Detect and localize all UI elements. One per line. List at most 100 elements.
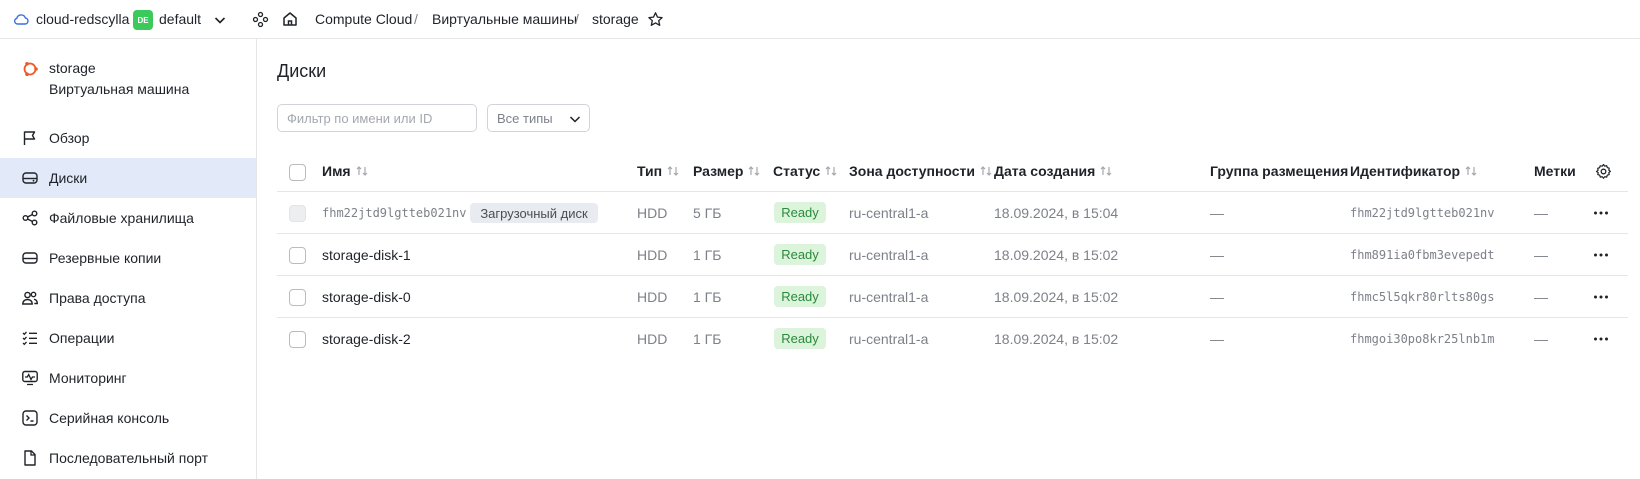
disk-size: 1 ГБ bbox=[693, 331, 722, 347]
disk-placement: — bbox=[1210, 247, 1224, 263]
disk-size: 1 ГБ bbox=[693, 289, 722, 305]
disk-zone: ru-central1-a bbox=[849, 289, 929, 305]
disk-type: HDD bbox=[637, 289, 668, 305]
sidebar-item-label: Диски bbox=[49, 170, 88, 186]
disk-name[interactable]: storage-disk-1 bbox=[322, 247, 411, 263]
chevron-down-icon bbox=[569, 116, 581, 123]
status-badge: Ready bbox=[774, 202, 826, 223]
star-icon[interactable] bbox=[647, 11, 664, 28]
sidebar-item-operations[interactable]: Операции bbox=[0, 318, 256, 358]
disk-zone: ru-central1-a bbox=[849, 247, 929, 263]
row-checkbox[interactable] bbox=[289, 247, 306, 264]
select-all-checkbox[interactable] bbox=[289, 164, 306, 181]
disk-placement: — bbox=[1210, 289, 1224, 305]
disk-size: 1 ГБ bbox=[693, 247, 722, 263]
disk-labels: — bbox=[1534, 331, 1548, 347]
type-select[interactable]: Все типы bbox=[487, 104, 590, 132]
sidebar-item-backups[interactable]: Резервные копии bbox=[0, 238, 256, 278]
sidebar-item-label: Права доступа bbox=[49, 290, 146, 306]
column-header-zone[interactable]: Зона доступности bbox=[849, 163, 993, 179]
sidebar-item-disks[interactable]: Диски bbox=[0, 158, 256, 198]
disk-size: 5 ГБ bbox=[693, 205, 722, 221]
vm-name: storage bbox=[49, 60, 96, 76]
column-header-size[interactable]: Размер bbox=[693, 163, 761, 179]
row-checkbox[interactable] bbox=[289, 289, 306, 306]
type-select-value: Все типы bbox=[497, 111, 553, 126]
disk-labels: — bbox=[1534, 247, 1548, 263]
boot-disk-badge: Загрузочный диск bbox=[470, 203, 598, 223]
row-divider bbox=[277, 233, 1628, 234]
disk-name[interactable]: storage-disk-0 bbox=[322, 289, 411, 305]
gear-icon[interactable] bbox=[1595, 163, 1612, 180]
sidebar: storage Виртуальная машина Обзор Диски Ф… bbox=[0, 39, 257, 479]
disk-name[interactable]: storage-disk-2 bbox=[322, 331, 411, 347]
disk-zone: ru-central1-a bbox=[849, 331, 929, 347]
sort-icon bbox=[748, 166, 760, 176]
more-actions-icon[interactable] bbox=[1592, 330, 1610, 348]
disk-created: 18.09.2024, в 15:02 bbox=[994, 331, 1119, 347]
sidebar-item-access[interactable]: Права доступа bbox=[0, 278, 256, 318]
disk-id: fhm891ia0fbm3evepedt bbox=[1350, 248, 1495, 262]
sidebar-item-serial-console[interactable]: Серийная консоль bbox=[0, 398, 256, 438]
row-checkbox[interactable] bbox=[289, 331, 306, 348]
sidebar-item-label: Серийная консоль bbox=[49, 410, 170, 426]
list-check-icon bbox=[22, 331, 37, 346]
more-actions-icon[interactable] bbox=[1592, 204, 1610, 222]
home-icon[interactable] bbox=[281, 10, 299, 28]
disk-labels: — bbox=[1534, 205, 1548, 221]
services-icon[interactable] bbox=[252, 11, 269, 28]
sidebar-item-label: Мониторинг bbox=[49, 370, 127, 386]
backup-icon bbox=[22, 252, 38, 264]
disk-placement: — bbox=[1210, 331, 1224, 347]
sidebar-item-label: Резервные копии bbox=[49, 250, 162, 266]
sidebar-item-monitoring[interactable]: Мониторинг bbox=[0, 358, 256, 398]
column-header-id[interactable]: Идентификатор bbox=[1350, 163, 1478, 179]
status-badge: Ready bbox=[774, 286, 826, 307]
disk-created: 18.09.2024, в 15:02 bbox=[994, 289, 1119, 305]
disk-id: fhm22jtd9lgtteb021nv bbox=[1350, 206, 1495, 220]
sidebar-item-serial-port[interactable]: Последовательный порт bbox=[0, 438, 256, 478]
sort-icon bbox=[1100, 166, 1112, 176]
sort-icon bbox=[356, 166, 368, 176]
file-icon bbox=[24, 450, 36, 466]
cloud-icon[interactable] bbox=[13, 11, 29, 27]
column-header-status[interactable]: Статус bbox=[773, 163, 838, 179]
status-badge: Ready bbox=[774, 328, 826, 349]
column-header-placement: Группа размещения bbox=[1210, 163, 1349, 179]
disk-labels: — bbox=[1534, 289, 1548, 305]
row-divider bbox=[277, 275, 1628, 276]
sidebar-item-overview[interactable]: Обзор bbox=[0, 118, 256, 158]
folder-name[interactable]: default bbox=[159, 11, 201, 27]
sidebar-item-label: Обзор bbox=[49, 130, 90, 146]
chevron-down-icon[interactable] bbox=[213, 13, 227, 27]
disk-name[interactable]: fhm22jtd9lgtteb021nv bbox=[322, 206, 467, 220]
cloud-name[interactable]: cloud-redscylla bbox=[36, 11, 129, 27]
row-checkbox bbox=[289, 205, 306, 222]
disk-icon bbox=[22, 172, 38, 184]
disk-zone: ru-central1-a bbox=[849, 205, 929, 221]
breadcrumb-compute-cloud[interactable]: Compute Cloud bbox=[315, 11, 412, 27]
filter-input[interactable] bbox=[277, 104, 477, 132]
breadcrumb-separator: / bbox=[414, 11, 418, 27]
breadcrumb-storage: storage bbox=[592, 11, 639, 27]
breadcrumb-virtual-machines[interactable]: Виртуальные машины bbox=[432, 11, 577, 27]
page-title: Диски bbox=[277, 61, 327, 81]
column-header-name[interactable]: Имя bbox=[322, 163, 369, 179]
column-header-created[interactable]: Дата создания bbox=[994, 163, 1113, 179]
sidebar-item-label: Операции bbox=[49, 330, 115, 346]
vm-icon bbox=[23, 62, 38, 76]
sidebar-item-file-storages[interactable]: Файловые хранилища bbox=[0, 198, 256, 238]
more-actions-icon[interactable] bbox=[1592, 246, 1610, 264]
disk-type: HDD bbox=[637, 247, 668, 263]
breadcrumb-separator: / bbox=[575, 11, 579, 27]
folder-badge: DE bbox=[133, 10, 153, 30]
flag-icon bbox=[23, 131, 36, 145]
more-actions-icon[interactable] bbox=[1592, 288, 1610, 306]
disk-id: fhmgoi30po8kr25lnb1m bbox=[1350, 332, 1495, 346]
sort-icon bbox=[1465, 166, 1477, 176]
column-header-type[interactable]: Тип bbox=[637, 163, 680, 179]
share-icon bbox=[22, 210, 38, 226]
table-divider bbox=[277, 191, 1628, 192]
disk-type: HDD bbox=[637, 205, 668, 221]
monitor-icon bbox=[22, 370, 38, 386]
